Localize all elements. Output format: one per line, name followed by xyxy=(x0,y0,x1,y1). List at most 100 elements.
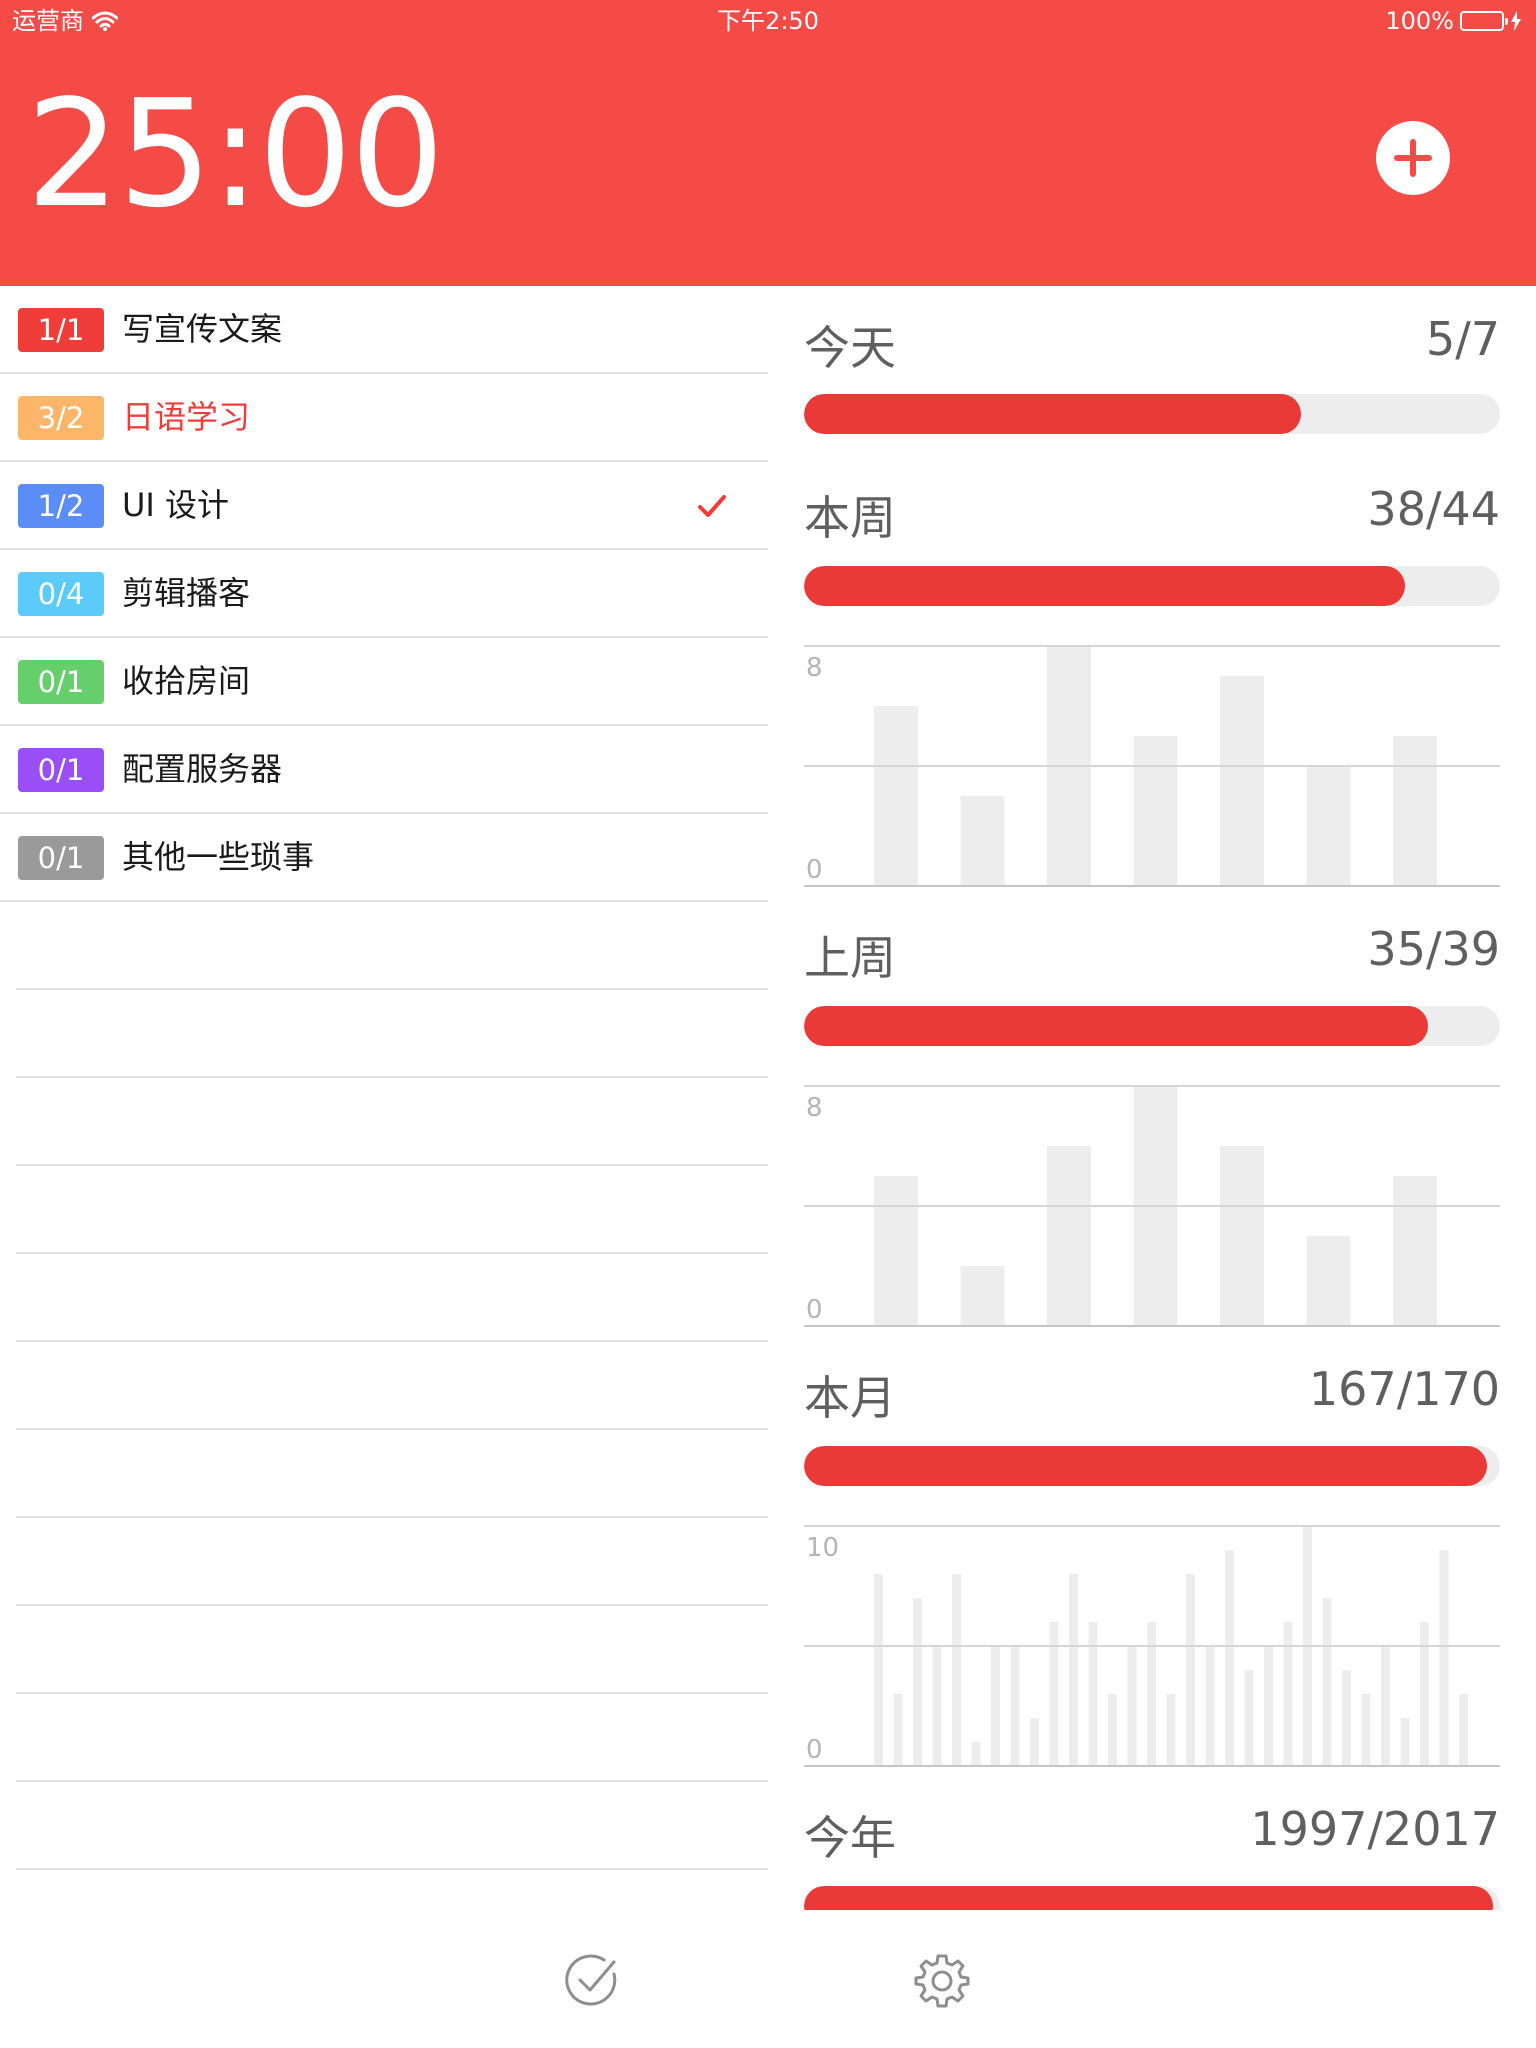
stat-value-last-week: 35/39 xyxy=(1367,922,1500,976)
checkmark-icon xyxy=(698,495,726,517)
task-name: 剪辑播客 xyxy=(122,574,251,612)
chart-bar xyxy=(932,1646,942,1766)
chart-bar xyxy=(1010,1646,1020,1766)
chart-bar xyxy=(1205,1646,1215,1766)
task-row[interactable]: 0/1 配置服务器 xyxy=(0,726,768,814)
task-name: 收拾房间 xyxy=(122,662,251,700)
battery-icon xyxy=(1460,11,1508,31)
task-name: 其他一些琐事 xyxy=(122,838,315,876)
chart-bar xyxy=(874,1176,918,1326)
empty-row xyxy=(0,1166,768,1254)
stat-value-this-year: 1997/2017 xyxy=(1250,1802,1500,1856)
chart-bar xyxy=(1166,1694,1176,1766)
header-bar: 运营商 下午2:50 100% 25:00 xyxy=(0,0,1536,286)
chart-bar xyxy=(1049,1622,1059,1766)
task-count-badge: 1/1 xyxy=(18,308,104,352)
row-divider xyxy=(16,1868,768,1870)
chart-bar xyxy=(1420,1622,1429,1766)
progress-track-this-year xyxy=(804,1886,1500,1910)
chart-bar xyxy=(1069,1574,1078,1766)
progress-fill-this-month xyxy=(804,1446,1488,1486)
task-count-badge: 0/1 xyxy=(18,748,104,792)
empty-row xyxy=(0,1694,768,1782)
progress-track-today xyxy=(804,394,1500,434)
chart-bar xyxy=(1381,1646,1390,1766)
chart-bar xyxy=(1283,1622,1293,1766)
chart-last-week: 80 xyxy=(804,1085,1500,1327)
progress-fill-today xyxy=(804,394,1301,434)
chart-bar xyxy=(1342,1670,1351,1766)
chart-bar xyxy=(1147,1622,1156,1766)
chart-bar xyxy=(960,1266,1005,1326)
chart-bar xyxy=(1220,1146,1264,1326)
add-task-button[interactable] xyxy=(1376,121,1450,195)
task-count-badge: 0/1 xyxy=(18,660,104,704)
stat-label-this-year: 今年 xyxy=(804,1811,896,1865)
empty-row xyxy=(0,990,768,1078)
pomodoro-timer[interactable]: 25:00 xyxy=(26,74,445,234)
task-count-badge: 0/1 xyxy=(18,836,104,880)
chart-bar xyxy=(1225,1550,1234,1766)
stat-value-today: 5/7 xyxy=(1425,312,1500,366)
empty-row xyxy=(0,1078,768,1166)
chart-bar xyxy=(1322,1598,1332,1766)
chart-bar xyxy=(1244,1670,1254,1766)
stat-label-today: 今天 xyxy=(804,321,896,375)
chart-bar xyxy=(1186,1574,1195,1766)
task-row[interactable]: 3/2 日语学习 xyxy=(0,374,768,462)
chart-tick-max: 8 xyxy=(806,1093,823,1123)
battery-percent: 100% xyxy=(1385,7,1454,35)
progress-track-this-month xyxy=(804,1446,1500,1486)
chart-bar xyxy=(1133,736,1178,886)
chart-bar xyxy=(1108,1694,1117,1766)
chart-bar xyxy=(1361,1694,1371,1766)
chart-bar xyxy=(1393,1176,1437,1326)
tab-settings[interactable] xyxy=(914,1952,970,2008)
progress-track-this-week xyxy=(804,566,1500,606)
chart-bar xyxy=(874,1574,883,1766)
progress-fill-this-week xyxy=(804,566,1406,606)
task-row[interactable]: 0/4 剪辑播客 xyxy=(0,550,768,638)
empty-row xyxy=(0,1606,768,1694)
chart-bar xyxy=(1393,736,1437,886)
progress-fill-this-year xyxy=(804,1886,1494,1910)
plus-icon xyxy=(1394,139,1432,177)
chart-bar xyxy=(991,1646,1000,1766)
empty-row xyxy=(0,902,768,990)
task-name: 写宣传文案 xyxy=(122,310,283,348)
status-time: 下午2:50 xyxy=(717,7,819,35)
task-name: 配置服务器 xyxy=(122,750,283,788)
empty-row xyxy=(0,1430,768,1518)
chart-bar xyxy=(1400,1718,1410,1766)
tab-bar xyxy=(0,1910,1536,2048)
empty-row xyxy=(0,1254,768,1342)
task-row[interactable]: 0/1 其他一些琐事 xyxy=(0,814,768,902)
charging-bolt-icon xyxy=(1511,11,1521,31)
stat-label-this-month: 本月 xyxy=(804,1371,896,1425)
task-row[interactable]: 0/1 收拾房间 xyxy=(0,638,768,726)
chart-bar xyxy=(1459,1694,1468,1766)
task-count-badge: 1/2 xyxy=(18,484,104,528)
task-row[interactable]: 1/2 UI 设计 xyxy=(0,462,768,550)
chart-bar xyxy=(1047,1146,1091,1326)
tab-tasks[interactable] xyxy=(564,1952,620,2008)
task-row[interactable]: 1/1 写宣传文案 xyxy=(0,286,768,374)
chart-tick-max: 8 xyxy=(806,653,823,683)
check-circle-icon xyxy=(565,1954,617,2006)
chart-bar xyxy=(960,796,1005,886)
chart-tick-min: 0 xyxy=(806,855,823,885)
chart-this-week: 80 xyxy=(804,645,1500,887)
task-count-badge: 3/2 xyxy=(18,396,104,440)
chart-tick-min: 0 xyxy=(806,1735,823,1765)
gear-icon xyxy=(914,1954,970,2008)
chart-bar xyxy=(952,1574,961,1766)
progress-track-last-week xyxy=(804,1006,1500,1046)
chart-bar xyxy=(913,1598,922,1766)
stat-value-this-week: 38/44 xyxy=(1367,482,1500,536)
chart-bar xyxy=(1088,1622,1098,1766)
stat-label-last-week: 上周 xyxy=(804,931,896,985)
task-name: UI 设计 xyxy=(122,486,230,524)
chart-bar xyxy=(1306,1236,1351,1326)
chart-bar xyxy=(1264,1646,1273,1766)
empty-row xyxy=(0,1518,768,1606)
